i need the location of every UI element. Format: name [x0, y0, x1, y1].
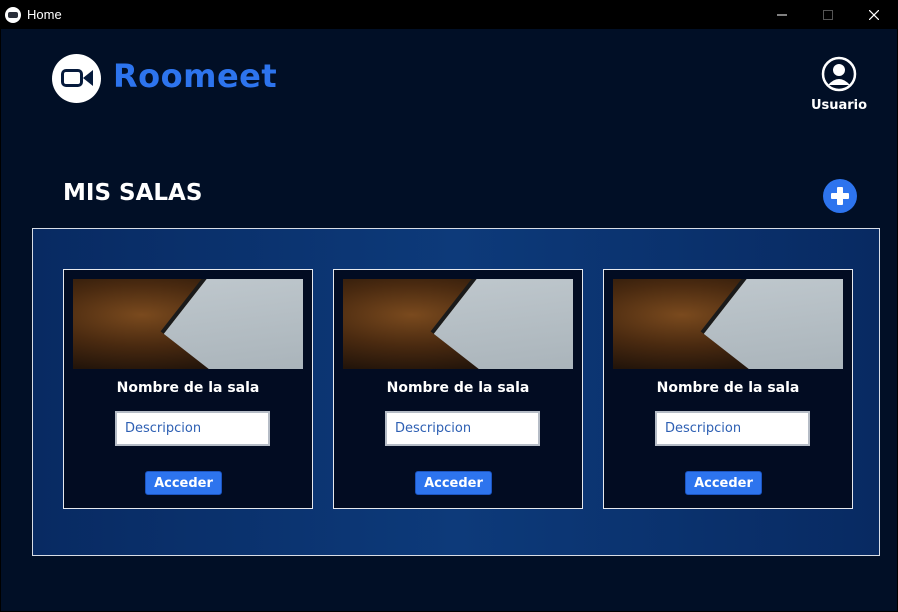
- minimize-button[interactable]: [759, 0, 805, 29]
- room-thumbnail: [343, 279, 573, 369]
- minimize-icon: [777, 14, 787, 15]
- description-input[interactable]: [385, 411, 540, 446]
- maximize-button[interactable]: [805, 0, 851, 29]
- close-button[interactable]: [851, 0, 897, 29]
- home-window: Roomeet Usuario MIS SALAS Nombre de la s…: [1, 29, 897, 611]
- brand-name: Roomeet: [113, 57, 278, 95]
- app-icon: [5, 7, 21, 23]
- room-thumbnail: [613, 279, 843, 369]
- section-title: MIS SALAS: [63, 180, 203, 206]
- add-room-button[interactable]: [823, 179, 857, 213]
- camera-logo-icon: [52, 54, 101, 103]
- description-input[interactable]: [655, 411, 810, 446]
- title-bar: Home: [0, 0, 898, 29]
- room-card: Nombre de la sala Acceder: [333, 269, 583, 509]
- room-name: Nombre de la sala: [656, 380, 800, 396]
- room-thumbnail: [73, 279, 303, 369]
- maximize-icon: [823, 9, 833, 20]
- user-account-icon[interactable]: [821, 56, 857, 92]
- user-label[interactable]: Usuario: [803, 98, 875, 113]
- access-button[interactable]: Acceder: [685, 471, 762, 495]
- access-button[interactable]: Acceder: [415, 471, 492, 495]
- room-card: Nombre de la sala Acceder: [603, 269, 853, 509]
- rooms-panel: Nombre de la sala Acceder Nombre de la s…: [32, 228, 880, 556]
- description-input[interactable]: [115, 411, 270, 446]
- close-icon: [869, 9, 879, 20]
- room-name: Nombre de la sala: [386, 380, 530, 396]
- access-button[interactable]: Acceder: [145, 471, 222, 495]
- room-name: Nombre de la sala: [116, 380, 260, 396]
- window-title: Home: [27, 7, 62, 22]
- room-card: Nombre de la sala Acceder: [63, 269, 313, 509]
